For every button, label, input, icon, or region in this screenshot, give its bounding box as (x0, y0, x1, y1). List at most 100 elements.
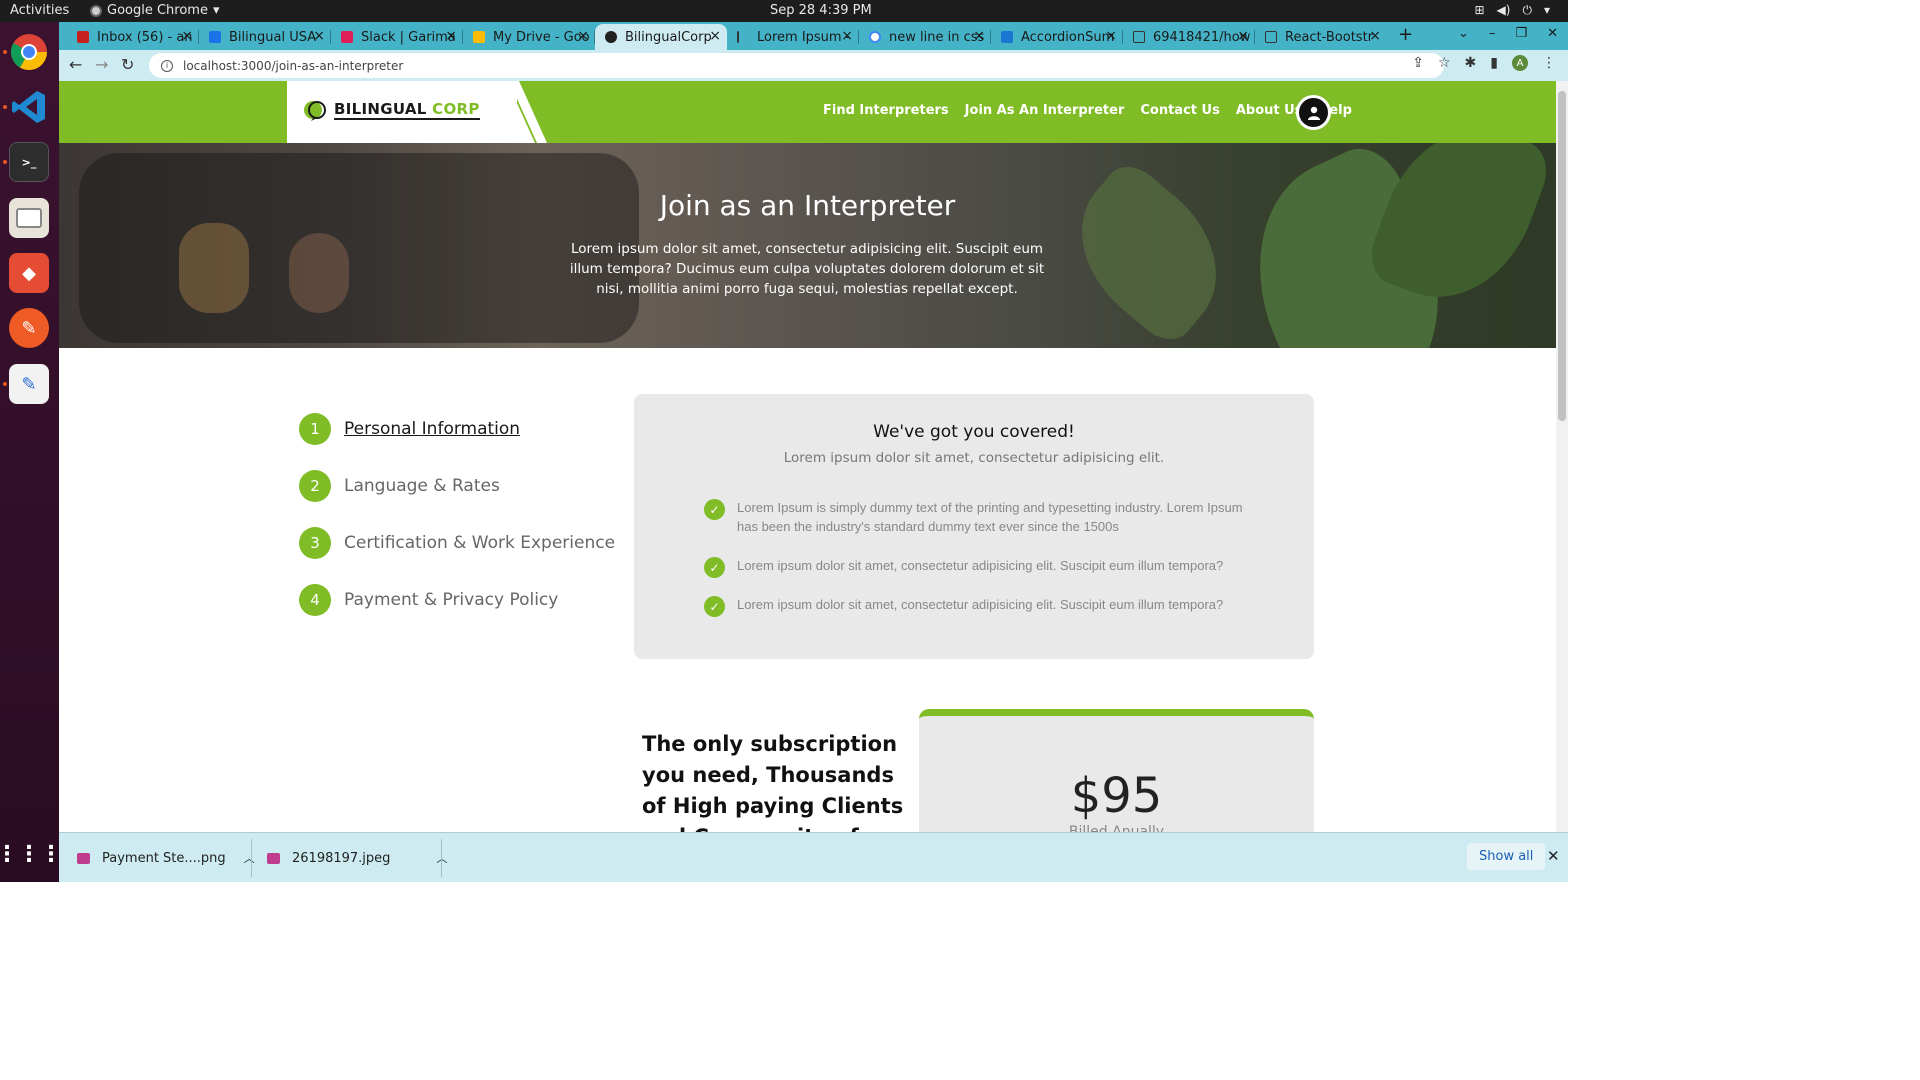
tab-search-chevron-icon[interactable]: ⌄ (1458, 26, 1469, 41)
image-file-icon (77, 852, 90, 864)
tab-bilingual-usa[interactable]: Bilingual USA × (199, 24, 331, 50)
tab-slack[interactable]: Slack | Garima × (331, 24, 463, 50)
clock[interactable]: Sep 28 4:39 PM (770, 3, 872, 18)
show-all-downloads-button[interactable]: Show all (1467, 843, 1546, 870)
scrollbar-thumb[interactable] (1558, 91, 1566, 421)
subscription-heading: The only subscription you need, Thousand… (642, 732, 904, 832)
share-icon[interactable]: ⇪ (1412, 55, 1424, 71)
download-filename: Payment Ste....png (102, 850, 226, 866)
new-tab-plus-icon[interactable]: + (1398, 24, 1413, 45)
step-number: 4 (299, 584, 331, 616)
page-title: Join as an Interpreter (659, 189, 956, 222)
postman-launcher-icon[interactable]: ✎ (9, 308, 49, 348)
site-header: BILINGUAL CORP Find Interpreters Join As… (59, 81, 1556, 143)
gmail-favicon-icon (77, 31, 89, 43)
page-favicon-icon (1133, 31, 1145, 43)
coverage-item-text: Lorem ipsum dolor sit amet, consectetur … (737, 597, 1224, 612)
check-circle-icon: ✓ (704, 499, 725, 520)
tab-bilingualcorp[interactable]: BilingualCorp × (595, 24, 727, 50)
restore-icon[interactable]: ❐ (1515, 26, 1527, 41)
nav-link-about-us[interactable]: About Us (1236, 103, 1303, 118)
chrome-launcher-icon[interactable] (9, 32, 49, 72)
page-scrollbar[interactable] (1556, 81, 1568, 832)
tab-title: Bilingual USA (229, 29, 317, 45)
tab-title: 69418421/how (1153, 29, 1251, 45)
close-icon[interactable]: × (1369, 28, 1381, 44)
site-info-icon[interactable]: i (161, 59, 173, 72)
site-nav: Find Interpreters Join As An Interpreter… (823, 103, 1352, 118)
step-language-rates[interactable]: 2 Language & Rates (299, 470, 500, 502)
tab-google-drive[interactable]: My Drive - Goo × (463, 24, 595, 50)
chevron-down-icon: ▾ (1543, 3, 1550, 17)
bookmark-star-icon[interactable]: ☆ (1438, 55, 1451, 71)
close-icon[interactable]: × (1105, 28, 1117, 44)
close-icon[interactable]: × (445, 28, 457, 44)
pricing-card: $95 Billed Anually (919, 709, 1314, 832)
files-launcher-icon[interactable] (9, 198, 49, 238)
chevron-up-icon[interactable]: ︿ (244, 850, 255, 866)
dock: >_ ◆ ✎ ✎ ⋮⋮⋮ (0, 22, 62, 882)
speech-bubble-logo-icon (304, 101, 326, 121)
reload-icon[interactable]: ↻ (121, 55, 134, 74)
step-personal-information[interactable]: 1 Personal Information (299, 413, 520, 445)
download-shelf: Payment Ste....png ︿ 26198197.jpeg ︿ Sho… (59, 832, 1568, 882)
close-icon[interactable]: × (313, 28, 325, 44)
download-item[interactable]: Payment Ste....png ︿ (77, 833, 255, 883)
app-menu[interactable]: Google Chrome ▾ (90, 3, 220, 18)
close-icon[interactable]: × (1237, 28, 1249, 44)
nav-link-join-as-interpreter[interactable]: Join As An Interpreter (965, 103, 1125, 118)
tab-accordion-summary[interactable]: AccordionSum × (991, 24, 1123, 50)
nav-link-find-interpreters[interactable]: Find Interpreters (823, 103, 949, 118)
back-arrow-icon[interactable]: ← (69, 55, 82, 74)
activities-button[interactable]: Activities (10, 3, 69, 18)
page-viewport[interactable]: BILINGUAL CORP Find Interpreters Join As… (59, 81, 1556, 832)
step-number: 3 (299, 527, 331, 559)
logo-slash-decoration (489, 81, 547, 143)
coverage-item: ✓ Lorem ipsum dolor sit amet, consectetu… (704, 556, 1264, 578)
tab-title: Lorem Ipsum - (757, 29, 851, 45)
step-label: Language & Rates (344, 476, 500, 496)
tab-title: new line in css (889, 29, 985, 45)
close-icon[interactable]: × (709, 28, 721, 44)
extensions-puzzle-icon[interactable]: ✱ (1465, 55, 1477, 71)
nav-link-contact-us[interactable]: Contact Us (1140, 103, 1219, 118)
tab-react-bootstrap[interactable]: React-Bootstr × (1255, 24, 1387, 50)
close-window-icon[interactable]: ✕ (1547, 26, 1558, 41)
anydesk-launcher-icon[interactable]: ◆ (9, 253, 49, 293)
coverage-item-text: Lorem Ipsum is simply dummy text of the … (737, 500, 1243, 534)
text-editor-launcher-icon[interactable]: ✎ (9, 364, 49, 404)
site-logo[interactable]: BILINGUAL CORP (302, 99, 480, 121)
step-label: Certification & Work Experience (344, 533, 616, 553)
tab-stackoverflow[interactable]: 69418421/how × (1123, 24, 1255, 50)
system-tray[interactable]: ⊞ ◀) ⏻ ▾ (1474, 3, 1550, 18)
close-icon[interactable]: × (577, 28, 589, 44)
vscode-launcher-icon[interactable] (9, 87, 49, 127)
volume-icon: ◀) (1496, 3, 1511, 17)
hero-description: Lorem ipsum dolor sit amet, consectetur … (569, 241, 1045, 297)
tab-google-search[interactable]: new line in css × (859, 24, 991, 50)
close-icon[interactable]: × (841, 28, 853, 44)
tab-title: React-Bootstr (1285, 29, 1374, 45)
forward-arrow-icon[interactable]: → (95, 55, 108, 74)
close-icon[interactable]: × (181, 28, 193, 44)
close-icon[interactable]: ✕ (1547, 847, 1560, 865)
user-account-button[interactable] (1296, 95, 1331, 130)
show-apps-grid-icon[interactable]: ⋮⋮⋮ (0, 834, 62, 874)
close-icon[interactable]: × (973, 28, 985, 44)
terminal-launcher-icon[interactable]: >_ (9, 142, 49, 182)
download-item[interactable]: 26198197.jpeg ︿ (267, 833, 447, 883)
coverage-card: We've got you covered! Lorem ipsum dolor… (634, 394, 1314, 659)
side-panel-icon[interactable]: ▮ (1490, 55, 1498, 71)
tab-lorem-ipsum[interactable]: Lorem Ipsum - × (727, 24, 859, 50)
minimize-icon[interactable]: – (1489, 26, 1496, 41)
chrome-app-icon (90, 4, 102, 17)
check-circle-icon: ✓ (704, 557, 725, 578)
address-bar[interactable]: i localhost:3000/join-as-an-interpreter (149, 53, 1444, 78)
react-bootstrap-favicon-icon (1265, 31, 1277, 43)
step-payment-privacy-policy[interactable]: 4 Payment & Privacy Policy (299, 584, 558, 616)
tab-gmail[interactable]: Inbox (56) - an × (67, 24, 199, 50)
check-circle-icon: ✓ (704, 596, 725, 617)
step-certification-work-experience[interactable]: 3 Certification & Work Experience (299, 527, 615, 559)
kebab-menu-icon[interactable]: ⋮ (1542, 55, 1556, 71)
profile-avatar[interactable]: A (1512, 55, 1528, 71)
